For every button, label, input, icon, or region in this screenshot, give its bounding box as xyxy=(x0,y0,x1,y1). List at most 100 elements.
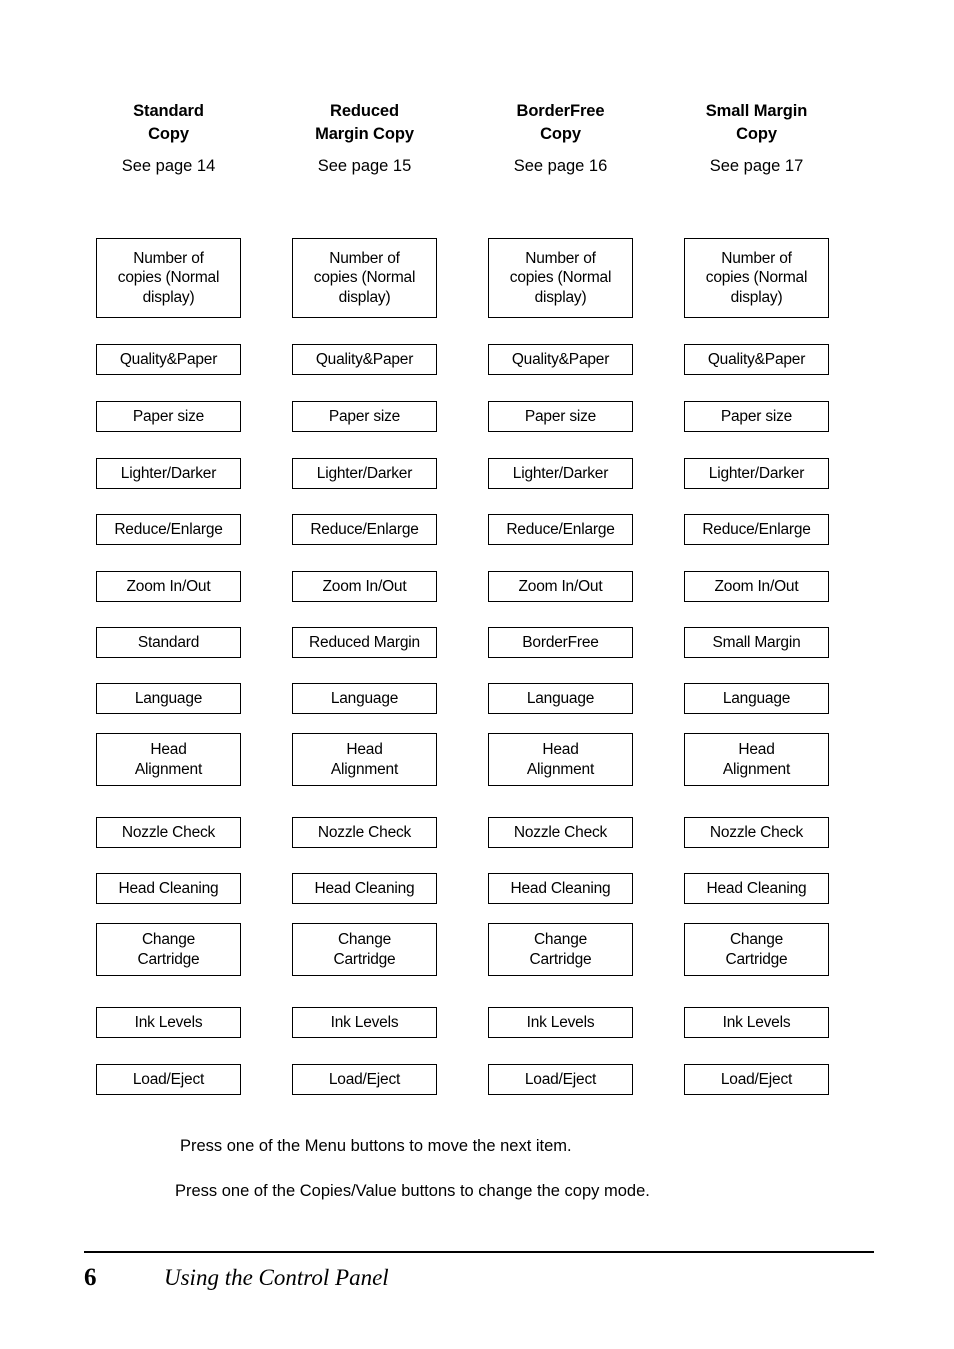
menu-item-box[interactable]: Change Cartridge xyxy=(292,923,437,976)
menu-item-label: Number of copies (Normal display) xyxy=(705,249,808,306)
menu-item-box[interactable]: Change Cartridge xyxy=(488,923,633,976)
column-title-line2: Copy xyxy=(736,125,777,143)
menu-item-label: Load/Eject xyxy=(328,1070,401,1088)
menu-item-box[interactable]: Ink Levels xyxy=(96,1007,241,1038)
menu-item-label: Quality&Paper xyxy=(511,350,610,368)
menu-item-label: Quality&Paper xyxy=(315,350,414,368)
menu-item-box[interactable]: Head Cleaning xyxy=(292,873,437,904)
menu-item-label: Head Cleaning xyxy=(118,879,219,897)
menu-item-box[interactable]: Load/Eject xyxy=(684,1064,829,1095)
menu-item-label: Head Cleaning xyxy=(706,879,807,897)
column-title-line1: Standard xyxy=(133,102,204,120)
column-header-3: BorderFree Copy See page 16 xyxy=(488,100,633,176)
menu-item-box[interactable]: Paper size xyxy=(488,401,633,432)
menu-item-label: Ink Levels xyxy=(722,1013,791,1031)
menu-item-label: Nozzle Check xyxy=(709,823,804,841)
menu-item-label: Change Cartridge xyxy=(725,931,788,968)
instructions-block: Press one of the Menu buttons to move th… xyxy=(175,1136,880,1201)
running-head: Using the Control Panel xyxy=(164,1265,389,1290)
menu-item-box[interactable]: Number of copies (Normal display) xyxy=(96,238,241,318)
menu-item-label: Language xyxy=(722,689,791,707)
menu-item-box[interactable]: Lighter/Darker xyxy=(96,458,241,489)
menu-item-box[interactable]: Quality&Paper xyxy=(684,344,829,375)
menu-item-label: Nozzle Check xyxy=(317,823,412,841)
menu-item-box[interactable]: Zoom In/Out xyxy=(684,571,829,602)
menu-item-box[interactable]: Paper size xyxy=(96,401,241,432)
menu-item-label: Head Alignment xyxy=(722,741,791,778)
see-page-reference-1[interactable]: See page 14 xyxy=(96,156,241,176)
menu-item-box[interactable]: Quality&Paper xyxy=(96,344,241,375)
menu-item-box[interactable]: Nozzle Check xyxy=(684,817,829,848)
menu-item-box[interactable]: Reduce/Enlarge xyxy=(292,514,437,545)
menu-item-box[interactable]: Reduce/Enlarge xyxy=(684,514,829,545)
menu-item-label: Number of copies (Normal display) xyxy=(509,249,612,306)
column-title-3: BorderFree Copy xyxy=(488,100,633,146)
see-page-reference-2[interactable]: See page 15 xyxy=(292,156,437,176)
column-header-2: Reduced Margin Copy See page 15 xyxy=(292,100,437,176)
menu-item-box[interactable]: Head Alignment xyxy=(684,733,829,786)
menu-item-box[interactable]: Quality&Paper xyxy=(488,344,633,375)
menu-item-box[interactable]: Small Margin xyxy=(684,627,829,658)
instruction-line-2: Press one of the Copies/Value buttons to… xyxy=(175,1182,650,1200)
menu-item-box[interactable]: BorderFree xyxy=(488,627,633,658)
menu-item-label: Change Cartridge xyxy=(137,931,200,968)
menu-item-box[interactable]: Nozzle Check xyxy=(292,817,437,848)
menu-item-box[interactable]: Number of copies (Normal display) xyxy=(684,238,829,318)
menu-item-label: Small Margin xyxy=(712,633,801,651)
menu-item-box[interactable]: Change Cartridge xyxy=(684,923,829,976)
column-title-line2: Margin Copy xyxy=(315,125,414,143)
menu-item-box[interactable]: Reduced Margin xyxy=(292,627,437,658)
menu-item-box[interactable]: Language xyxy=(488,683,633,714)
menu-item-box[interactable]: Lighter/Darker xyxy=(488,458,633,489)
menu-item-box[interactable]: Language xyxy=(684,683,829,714)
menu-item-label: Lighter/Darker xyxy=(708,464,805,482)
menu-item-box[interactable]: Nozzle Check xyxy=(488,817,633,848)
menu-item-box[interactable]: Language xyxy=(292,683,437,714)
menu-item-label: Reduce/Enlarge xyxy=(702,520,811,538)
see-page-reference-3[interactable]: See page 16 xyxy=(488,156,633,176)
menu-item-box[interactable]: Head Alignment xyxy=(96,733,241,786)
menu-item-box[interactable]: Standard xyxy=(96,627,241,658)
column-title-line2: Copy xyxy=(540,125,581,143)
menu-item-box[interactable]: Zoom In/Out xyxy=(292,571,437,602)
menu-item-label: Paper size xyxy=(524,407,597,425)
menu-item-box[interactable]: Lighter/Darker xyxy=(684,458,829,489)
menu-item-box[interactable]: Load/Eject xyxy=(292,1064,437,1095)
menu-item-box[interactable]: Ink Levels xyxy=(488,1007,633,1038)
menu-item-label: Ink Levels xyxy=(526,1013,595,1031)
menu-item-label: Head Cleaning xyxy=(314,879,415,897)
page-footer: 6 Using the Control Panel xyxy=(84,1258,874,1298)
menu-item-box[interactable]: Ink Levels xyxy=(292,1007,437,1038)
menu-item-box[interactable]: Head Cleaning xyxy=(96,873,241,904)
menu-item-label: Nozzle Check xyxy=(513,823,608,841)
see-page-reference-4[interactable]: See page 17 xyxy=(684,156,829,176)
menu-item-box[interactable]: Change Cartridge xyxy=(96,923,241,976)
column-title-line1: BorderFree xyxy=(516,102,605,120)
menu-item-label: Language xyxy=(526,689,595,707)
menu-item-box[interactable]: Zoom In/Out xyxy=(96,571,241,602)
menu-item-label: Head Alignment xyxy=(526,741,595,778)
menu-item-box[interactable]: Paper size xyxy=(684,401,829,432)
menu-item-box[interactable]: Ink Levels xyxy=(684,1007,829,1038)
menu-item-box[interactable]: Zoom In/Out xyxy=(488,571,633,602)
menu-item-box[interactable]: Language xyxy=(96,683,241,714)
menu-item-box[interactable]: Number of copies (Normal display) xyxy=(488,238,633,318)
menu-item-box[interactable]: Lighter/Darker xyxy=(292,458,437,489)
menu-item-label: Paper size xyxy=(132,407,205,425)
menu-item-box[interactable]: Number of copies (Normal display) xyxy=(292,238,437,318)
menu-item-box[interactable]: Head Alignment xyxy=(488,733,633,786)
menu-item-box[interactable]: Head Cleaning xyxy=(488,873,633,904)
menu-item-box[interactable]: Load/Eject xyxy=(488,1064,633,1095)
menu-item-box[interactable]: Load/Eject xyxy=(96,1064,241,1095)
menu-item-label: Nozzle Check xyxy=(121,823,216,841)
menu-item-box[interactable]: Head Alignment xyxy=(292,733,437,786)
menu-item-box[interactable]: Head Cleaning xyxy=(684,873,829,904)
menu-item-box[interactable]: Reduce/Enlarge xyxy=(488,514,633,545)
menu-item-box[interactable]: Reduce/Enlarge xyxy=(96,514,241,545)
menu-item-box[interactable]: Nozzle Check xyxy=(96,817,241,848)
page-number: 6 xyxy=(84,1264,97,1291)
menu-item-label: Lighter/Darker xyxy=(316,464,413,482)
menu-item-label: Zoom In/Out xyxy=(714,577,799,595)
menu-item-box[interactable]: Quality&Paper xyxy=(292,344,437,375)
menu-item-box[interactable]: Paper size xyxy=(292,401,437,432)
